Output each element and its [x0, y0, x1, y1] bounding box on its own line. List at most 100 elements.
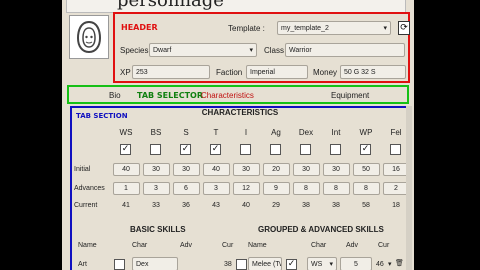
initial-field-dex[interactable]: 30 — [292, 163, 320, 176]
advances-field-wp[interactable]: 8 — [352, 182, 380, 195]
grouped-skill-cur: 46 — [376, 261, 384, 268]
tab-bio[interactable]: Bio — [109, 91, 121, 100]
grouped-skill-char-value: WS — [311, 261, 323, 268]
career-checkbox-dex[interactable] — [300, 144, 311, 155]
advances-field-ag[interactable]: 9 — [262, 182, 290, 195]
basic-cur-header: Cur — [222, 242, 234, 249]
initial-field-ag[interactable]: 20 — [262, 163, 290, 176]
current-value-ag: 29 — [272, 202, 280, 209]
refresh-template-button[interactable]: ⟳ — [398, 21, 410, 35]
advances-field-ws[interactable]: 1 — [112, 182, 140, 195]
chevron-down-icon: ▾ — [383, 25, 387, 32]
refresh-icon: ⟳ — [400, 23, 408, 33]
current-value-bs: 33 — [152, 202, 160, 209]
current-value-wp: 58 — [362, 202, 370, 209]
chevron-down-icon[interactable]: ▾ — [388, 260, 392, 268]
column-header-dex: Dex — [298, 128, 314, 137]
header-annotation: HEADER — [121, 23, 158, 32]
initial-field-bs[interactable]: 30 — [142, 163, 170, 176]
initial-field-s[interactable]: 30 — [172, 163, 200, 176]
current-value-t: 43 — [212, 202, 220, 209]
class-label: Class — [264, 46, 285, 55]
basic-skill-char-field[interactable]: Dex — [132, 257, 178, 270]
species-label: Species — [120, 46, 149, 55]
career-checkbox-i[interactable] — [240, 144, 251, 155]
template-select-value: my_template_2 — [281, 25, 329, 32]
scrollbar[interactable] — [406, 106, 412, 270]
advances-field-t[interactable]: 3 — [202, 182, 230, 195]
initial-field-i[interactable]: 30 — [232, 163, 260, 176]
column-header-bs: BS — [150, 128, 162, 137]
characteristics-title: CHARACTERISTICS — [201, 108, 279, 117]
row-label-advances: Advances — [74, 185, 105, 192]
career-checkbox-ag[interactable] — [270, 144, 281, 155]
career-checkbox-wp[interactable]: ✓ — [360, 144, 371, 155]
grouped-skill-toggle[interactable] — [236, 259, 247, 270]
trash-icon[interactable]: 🗑 — [395, 259, 404, 267]
faction-field[interactable]: Imperial — [246, 65, 308, 79]
career-checkbox-t[interactable]: ✓ — [210, 144, 221, 155]
grouped-skill-adv-field[interactable]: 5 — [340, 257, 372, 270]
column-header-ws: WS — [119, 128, 133, 137]
basic-skill-checkbox[interactable] — [114, 259, 125, 270]
species-select-value: Dwarf — [153, 47, 172, 54]
advances-field-bs[interactable]: 3 — [142, 182, 170, 195]
xp-field[interactable]: 253 — [132, 65, 210, 79]
row-label-current: Current — [74, 202, 98, 209]
template-label: Template : — [228, 24, 265, 33]
money-field[interactable]: 50 G 32 S — [340, 65, 406, 79]
species-select[interactable]: Dwarf ▾ — [149, 43, 257, 57]
current-value-s: 36 — [182, 202, 190, 209]
career-checkbox-ws[interactable]: ✓ — [120, 144, 131, 155]
current-value-i: 40 — [242, 202, 250, 209]
career-checkbox-s[interactable]: ✓ — [180, 144, 191, 155]
grouped-skill-checkbox[interactable]: ✓ — [286, 259, 297, 270]
money-label: Money — [313, 68, 338, 77]
template-select[interactable]: my_template_2 ▾ — [277, 21, 391, 35]
basic-skill-cur: 38 — [224, 261, 232, 268]
faction-label: Faction — [216, 68, 243, 77]
initial-field-int[interactable]: 30 — [322, 163, 350, 176]
hooded-figure-icon — [76, 20, 102, 54]
initial-field-ws[interactable]: 40 — [112, 163, 140, 176]
row-label-initial: Initial — [74, 166, 91, 173]
basic-name-header: Name — [78, 242, 97, 249]
tab-selector-annotation: TAB SELECTOR — [137, 91, 203, 100]
column-header-int: Int — [331, 128, 341, 137]
basic-skill-name: Art — [78, 261, 87, 268]
grouped-skills-title: GROUPED & ADVANCED SKILLS — [258, 225, 384, 234]
chevron-down-icon: ▾ — [249, 47, 253, 54]
career-checkbox-bs[interactable] — [150, 144, 161, 155]
tab-selector: Bio TAB SELECTOR Characteristics Equipme… — [67, 85, 409, 104]
current-value-ws: 41 — [122, 202, 130, 209]
column-header-wp: WP — [359, 128, 373, 137]
initial-field-t[interactable]: 40 — [202, 163, 230, 176]
initial-field-wp[interactable]: 50 — [352, 163, 380, 176]
xp-label: XP — [120, 68, 131, 77]
grouped-skill-char-select[interactable]: WS ▾ — [307, 257, 337, 270]
current-value-dex: 38 — [302, 202, 310, 209]
column-header-t: T — [213, 128, 219, 137]
grouped-cur-header: Cur — [378, 242, 390, 249]
header-section: HEADER Template : my_template_2 ▾ ⟳ Spec… — [113, 12, 410, 83]
column-header-i: I — [244, 128, 248, 137]
tab-section: TAB SECTION CHARACTERISTICS WS ✓ 40 1 41 BS 30… — [70, 106, 410, 270]
grouped-adv-header: Adv — [346, 242, 359, 249]
tab-equipment[interactable]: Equipment — [331, 91, 369, 100]
basic-char-header: Char — [132, 242, 148, 249]
chevron-down-icon: ▾ — [329, 261, 333, 268]
career-checkbox-fel[interactable] — [390, 144, 401, 155]
advances-field-int[interactable]: 8 — [322, 182, 350, 195]
avatar[interactable] — [69, 15, 109, 59]
advances-field-s[interactable]: 6 — [172, 182, 200, 195]
advances-field-dex[interactable]: 8 — [292, 182, 320, 195]
class-field[interactable]: Warrior — [285, 43, 405, 57]
basic-adv-header: Adv — [180, 242, 193, 249]
advances-field-i[interactable]: 12 — [232, 182, 260, 195]
grouped-skill-name-field[interactable]: Melee (Tw — [248, 257, 282, 270]
column-header-ag: Ag — [271, 128, 281, 137]
grouped-char-header: Char — [311, 242, 327, 249]
career-checkbox-int[interactable] — [330, 144, 341, 155]
tab-characteristics[interactable]: Characteristics — [201, 91, 254, 100]
current-value-int: 38 — [332, 202, 340, 209]
